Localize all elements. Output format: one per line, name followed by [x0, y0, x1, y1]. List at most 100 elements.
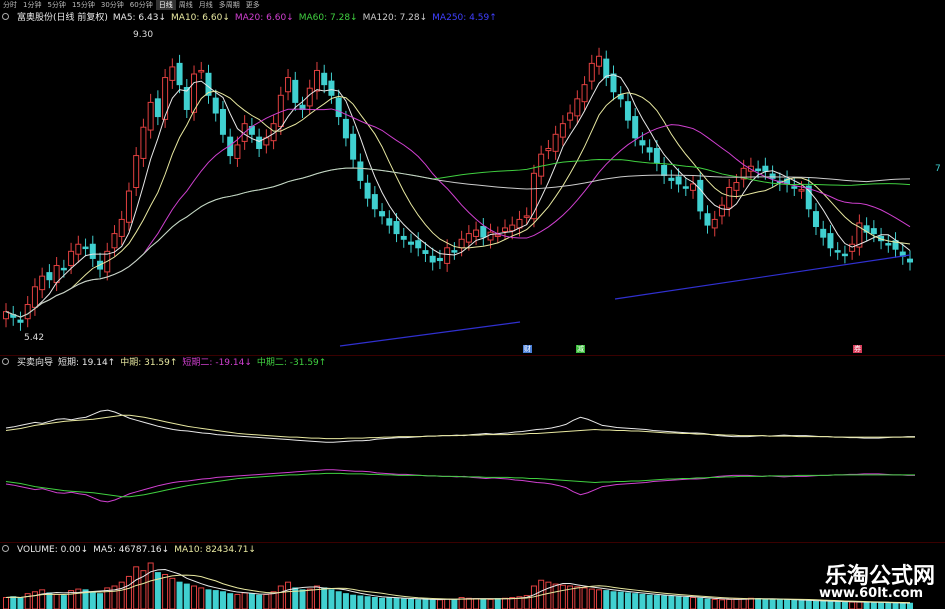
candle-down — [610, 73, 617, 93]
tab-6[interactable]: 日线 — [155, 0, 176, 10]
candle-up — [567, 112, 574, 121]
volume-bar — [183, 583, 190, 609]
event-marker[interactable]: 减 — [576, 345, 585, 353]
candle-up — [31, 286, 38, 308]
volume-bar — [285, 581, 292, 609]
volume-bar — [812, 600, 819, 609]
candle-down — [89, 243, 96, 259]
candle-up — [147, 101, 154, 131]
volume-bar — [827, 601, 834, 609]
volume-bar — [617, 591, 624, 609]
volume-bar — [371, 597, 378, 609]
legend-item: MA10: 82434.71↓ — [174, 545, 256, 555]
indicator-chart[interactable] — [0, 370, 945, 542]
tab-2[interactable]: 5分钟 — [44, 0, 68, 10]
candle-down — [682, 186, 689, 189]
volume-bar — [769, 598, 776, 609]
volume-bar — [639, 593, 646, 609]
candle-up — [306, 87, 313, 107]
volume-bar — [878, 602, 885, 609]
volume-bar — [169, 577, 176, 609]
volume-chart[interactable] — [0, 559, 945, 609]
volume-bar — [646, 594, 653, 609]
candle-up — [191, 73, 198, 113]
candle-down — [371, 194, 378, 210]
volume-bar — [234, 593, 241, 609]
candle-down — [429, 255, 436, 263]
candle-down — [827, 233, 834, 249]
event-marker[interactable]: 财 — [523, 345, 532, 353]
candle-up — [523, 215, 530, 218]
tab-4[interactable]: 30分钟 — [98, 0, 127, 10]
candle-down — [321, 72, 328, 86]
candle-down — [646, 147, 653, 153]
volume-bar — [3, 597, 9, 609]
candle-down — [17, 319, 24, 323]
volume-bar — [552, 583, 559, 609]
volume-bar — [473, 598, 480, 609]
volume-bar — [726, 598, 733, 609]
volume-bar — [436, 599, 443, 609]
volume-bar — [342, 593, 349, 609]
volume-bar — [429, 598, 436, 609]
volume-bar — [147, 562, 154, 609]
volume-bar — [386, 597, 393, 609]
period-tabs: 分时 1分钟 5分钟 15分钟 30分钟 60分钟 日线 周线 月线 多周期 更多 — [0, 0, 945, 10]
volume-bar — [588, 588, 595, 609]
volume-bar — [400, 598, 407, 609]
volume-bar — [133, 566, 140, 609]
volume-bar — [834, 601, 841, 609]
volume-bar — [574, 586, 581, 609]
volume-bar — [415, 599, 422, 609]
candle-down — [769, 173, 776, 179]
candle-up — [24, 304, 31, 320]
volume-bar — [509, 597, 516, 609]
event-marker[interactable]: 券 — [853, 345, 862, 353]
ma250-line — [339, 321, 521, 347]
indicator-name[interactable]: 买卖向导 — [17, 357, 53, 369]
candle-down — [400, 235, 407, 240]
tab-7[interactable]: 周线 — [176, 0, 196, 10]
volume-bar — [241, 592, 248, 609]
volume-bar — [393, 597, 400, 609]
volume-bar — [118, 581, 125, 609]
candle-up — [574, 98, 581, 117]
volume-bar — [668, 595, 675, 609]
volume-bar — [379, 597, 386, 609]
tab-5[interactable]: 60分钟 — [127, 0, 156, 10]
candle-down — [379, 211, 386, 217]
candle-up — [502, 227, 509, 232]
legend-item: 中期: 31.59↑ — [120, 358, 178, 368]
candle-down — [415, 240, 422, 249]
candle-down — [328, 80, 335, 96]
tab-1[interactable]: 1分钟 — [20, 0, 44, 10]
indicator-legend: 买卖向导 短期: 19.14↑ 中期: 31.59↑ 短期二: -19.14↓ 中期二… — [2, 357, 336, 369]
volume-bar — [335, 591, 342, 609]
tab-3[interactable]: 15分钟 — [69, 0, 98, 10]
legend-item: 短期: 19.14↑ — [58, 358, 116, 368]
tab-10[interactable]: 更多 — [243, 0, 263, 10]
candle-up — [234, 144, 241, 159]
pane-separator — [0, 355, 945, 356]
volume-bar — [299, 589, 306, 609]
tab-9[interactable]: 多周期 — [216, 0, 243, 10]
volume-bar — [97, 593, 104, 609]
volume-bar — [849, 601, 856, 609]
volume-bar — [632, 593, 639, 609]
volume-bar — [60, 595, 67, 609]
candle-down — [870, 228, 877, 235]
volume-legend: VOLUME: 0.00↓ MA5: 46787.16↓ MA10: 82434.7… — [2, 544, 266, 556]
candle-down — [357, 161, 364, 181]
candle-up — [465, 233, 472, 243]
candle-down — [624, 101, 631, 121]
tab-0[interactable]: 分时 — [0, 0, 20, 10]
candle-up — [596, 55, 603, 67]
candle-up — [545, 147, 552, 152]
candle-down — [436, 257, 443, 262]
volume-bar — [610, 591, 617, 609]
legend-item: MA5: 46787.16↓ — [93, 545, 170, 555]
candle-down — [422, 250, 429, 254]
tab-8[interactable]: 月线 — [196, 0, 216, 10]
volume-bar — [256, 594, 263, 609]
candlestick-chart[interactable] — [0, 10, 945, 355]
